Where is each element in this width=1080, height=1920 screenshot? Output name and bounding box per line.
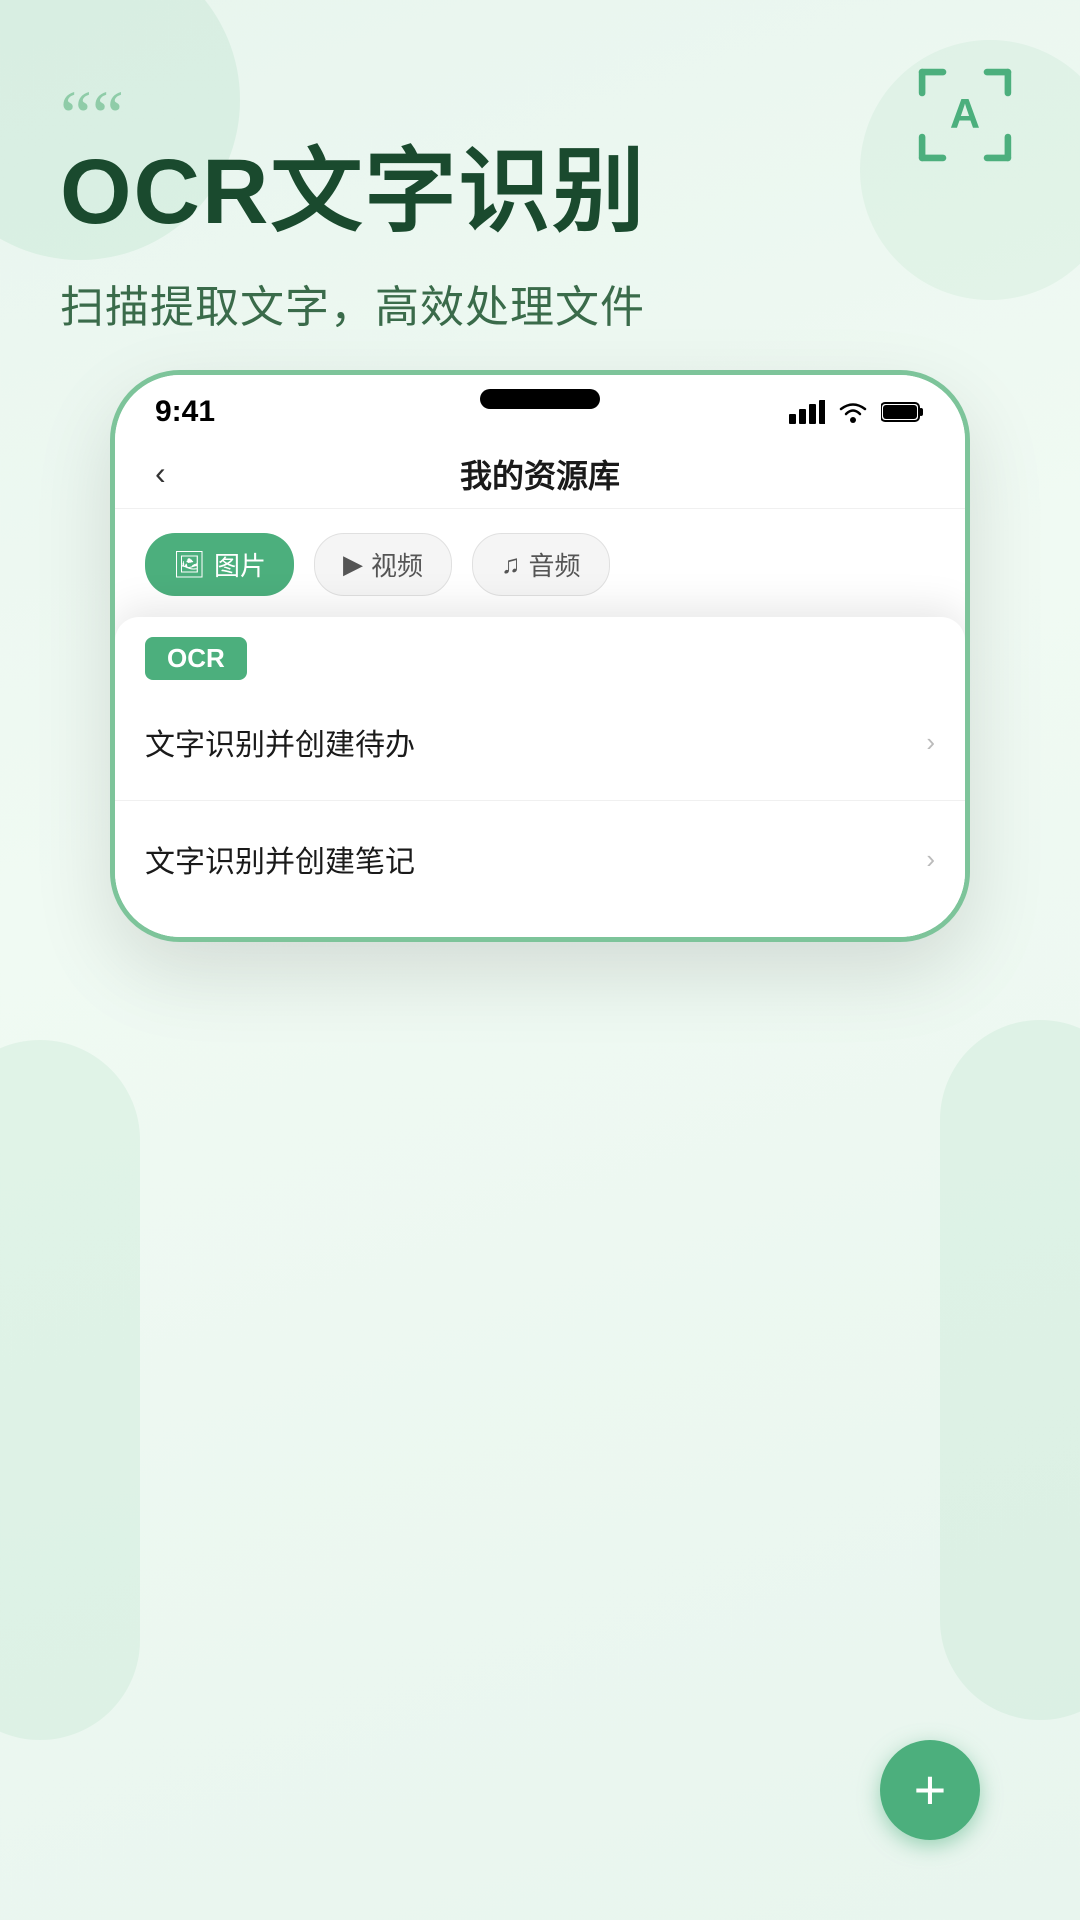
bg-decoration-bottom-left xyxy=(0,1040,140,1740)
back-button[interactable]: ‹ xyxy=(155,455,166,492)
images-icon: 🖼 xyxy=(173,549,206,580)
page-subtitle: 扫描提取文字，高效处理文件 xyxy=(60,271,1020,335)
signal-icon xyxy=(789,400,825,424)
dynamic-island xyxy=(480,389,600,409)
ocr-tag: OCR xyxy=(145,637,247,680)
nav-bar: ‹ 我的资源库 xyxy=(115,439,965,509)
ocr-menu-arrow-todo: › xyxy=(926,727,935,758)
video-icon: ▶ xyxy=(343,549,363,580)
phone-frame: 9:41 xyxy=(110,370,970,942)
ocr-menu-label-todo: 文字识别并创建待办 xyxy=(145,720,415,764)
battery-icon xyxy=(881,400,925,424)
page-title: OCR文字识别 xyxy=(60,142,1020,243)
tab-audio-label: 音频 xyxy=(529,546,581,583)
fab-plus-icon: + xyxy=(914,1762,947,1818)
tab-videos-label: 视频 xyxy=(371,546,423,583)
ocr-menu-label-note: 文字识别并创建笔记 xyxy=(145,837,415,881)
quote-decoration: ““ xyxy=(60,80,1020,152)
status-time: 9:41 xyxy=(155,395,215,429)
tab-images-label: 图片 xyxy=(214,546,266,583)
fab-button[interactable]: + xyxy=(880,1740,980,1840)
bg-decoration-bottom-right xyxy=(940,1020,1080,1720)
ocr-popup-header: OCR xyxy=(115,617,965,684)
ocr-menu-arrow-note: › xyxy=(926,844,935,875)
audio-icon: ♫ xyxy=(501,549,521,580)
ocr-menu-item-todo[interactable]: 文字识别并创建待办 › xyxy=(115,684,965,801)
tab-videos[interactable]: ▶ 视频 xyxy=(314,533,452,596)
nav-title: 我的资源库 xyxy=(460,451,620,497)
wifi-icon xyxy=(837,400,869,424)
status-icons xyxy=(789,400,925,424)
hero-section: ““ OCR文字识别 扫描提取文字，高效处理文件 xyxy=(0,0,1080,335)
ocr-popup: OCR 文字识别并创建待办 › 文字识别并创建笔记 › xyxy=(115,617,965,937)
ocr-menu-item-note[interactable]: 文字识别并创建笔记 › xyxy=(115,801,965,917)
tabs-row: 🖼 图片 ▶ 视频 ♫ 音频 xyxy=(115,509,965,612)
tab-images[interactable]: 🖼 图片 xyxy=(145,533,294,596)
phone-mockup: 9:41 xyxy=(110,370,970,942)
tab-audio[interactable]: ♫ 音频 xyxy=(472,533,610,596)
